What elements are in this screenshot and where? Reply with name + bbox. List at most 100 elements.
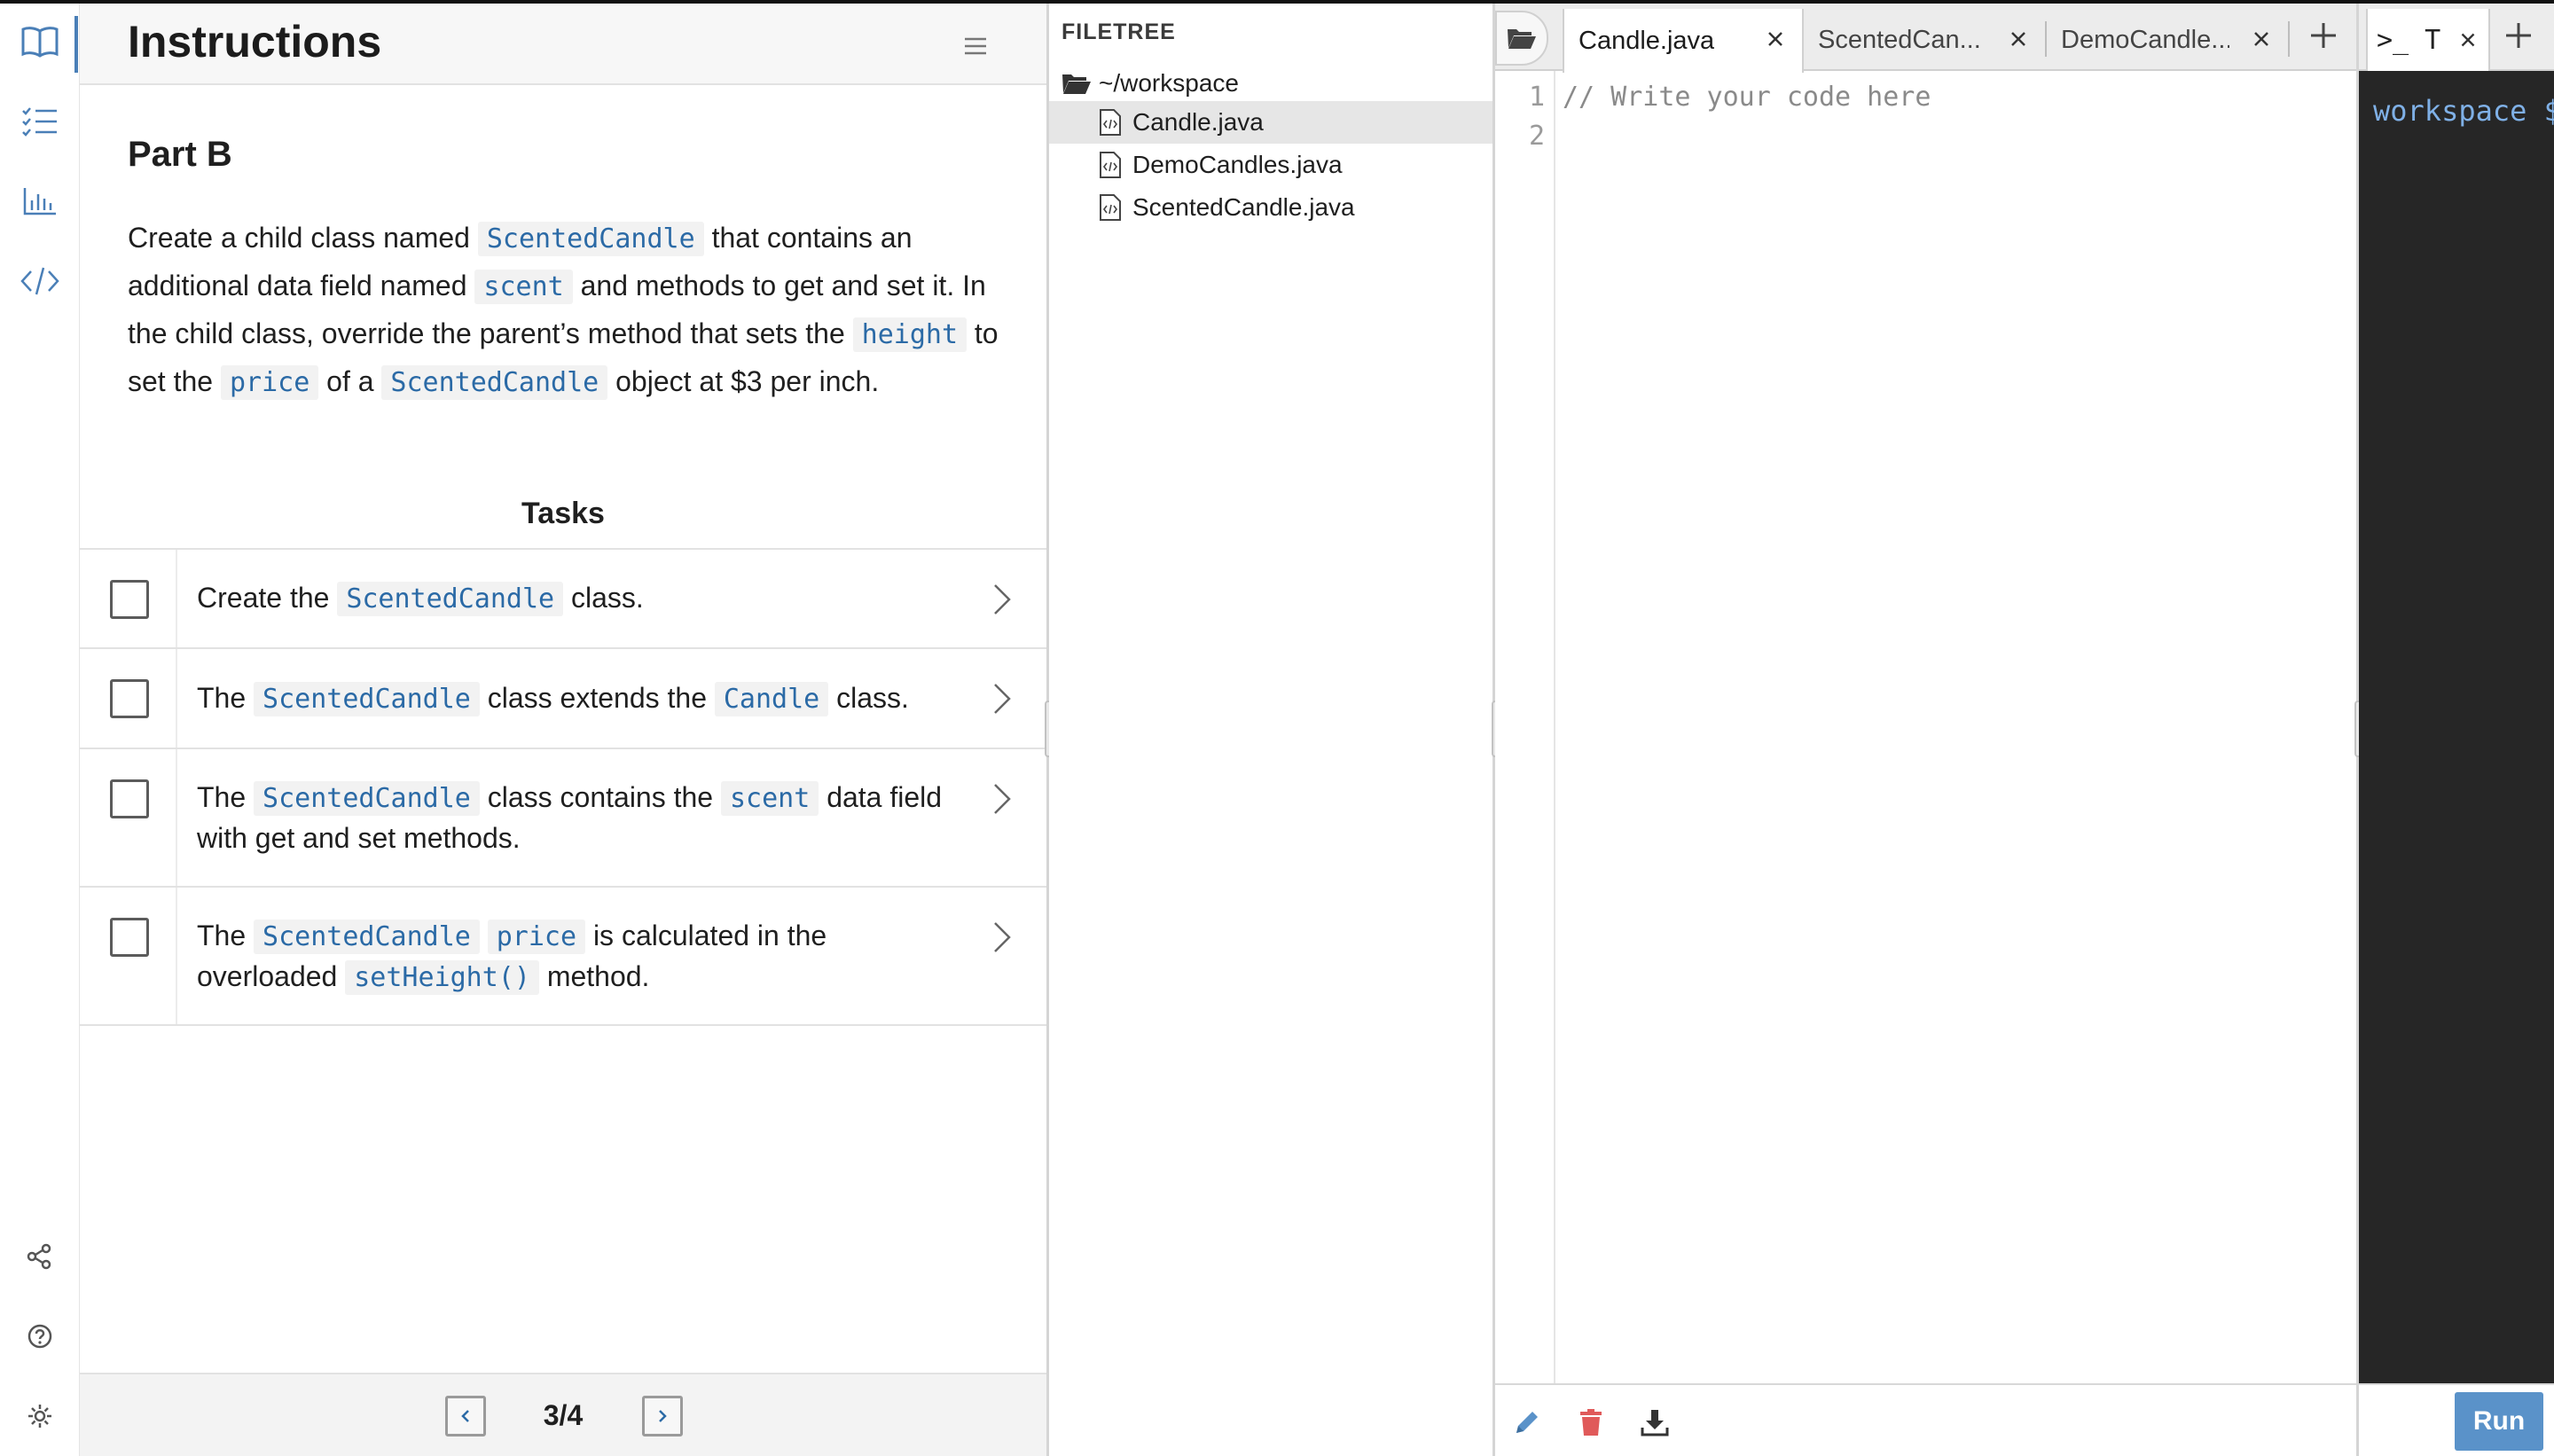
task-code: setHeight() (345, 960, 539, 995)
terminal-tab[interactable]: >_ T (2366, 9, 2490, 71)
task-text: The ScentedCandle class extends the Cand… (197, 678, 960, 719)
para-text: of a (318, 365, 381, 397)
line-number-gutter: 1 2 (1495, 71, 1555, 1387)
download-icon[interactable] (1637, 1405, 1673, 1440)
instructions-header: Instructions (80, 4, 1046, 85)
tasks-title: Tasks (80, 497, 1046, 531)
task-code: price (488, 920, 585, 954)
task-code: Candle (715, 682, 828, 716)
para-code: ScentedCandle (478, 222, 704, 256)
file-name: Candle.java (1132, 108, 1264, 137)
file-item-democandles[interactable]: DemoCandles.java (1049, 144, 1492, 186)
add-terminal-plus-icon[interactable] (2501, 18, 2536, 53)
task-text-part: The (197, 920, 254, 951)
para-text: Create a child class named (128, 222, 478, 254)
java-file-icon (1099, 193, 1122, 222)
task-text: The ScentedCandle price is calculated in… (197, 916, 960, 998)
task-text-part: The (197, 682, 254, 714)
task-divider (176, 749, 177, 886)
task-text-part: class contains the (480, 781, 721, 813)
hamburger-menu-icon[interactable] (958, 28, 993, 64)
file-name: ScentedCandle.java (1132, 193, 1355, 222)
filetree-panel: FILETREE ~/workspace Candle.java DemoCan… (1049, 4, 1495, 1456)
task-text-part: class extends the (480, 682, 715, 714)
chevron-right-icon[interactable] (988, 920, 1015, 955)
tab-democandles-java[interactable]: DemoCandle... (2047, 9, 2288, 71)
settings-icon[interactable] (18, 1394, 62, 1438)
java-file-icon (1099, 151, 1122, 179)
line-number: 2 (1529, 121, 1545, 152)
pagination-bar: 3/4 (80, 1373, 1046, 1456)
file-item-scentedcandle[interactable]: ScentedCandle.java (1049, 186, 1492, 229)
checklist-icon[interactable] (18, 99, 62, 144)
task-item: The ScentedCandle price is calculated in… (80, 888, 1046, 1026)
task-divider (176, 550, 177, 647)
para-code: ScentedCandle (381, 365, 607, 400)
para-code: scent (474, 270, 572, 304)
editor-tabbar: Candle.java ScentedCan... DemoCandle... (1495, 4, 2356, 71)
code-editor-panel: Candle.java ScentedCan... DemoCandle... … (1495, 4, 2359, 1456)
task-text-part: class. (563, 582, 644, 614)
trash-icon[interactable] (1573, 1405, 1609, 1440)
editor-toolbar (1495, 1383, 2356, 1456)
part-title: Part B (128, 135, 232, 175)
code-editor-text-area[interactable]: // Write your code here (1563, 71, 2343, 1387)
task-item: The ScentedCandle class contains the sce… (80, 749, 1046, 888)
folder-open-icon (1062, 72, 1092, 95)
close-icon[interactable] (2006, 27, 2031, 51)
task-code: ScentedCandle (254, 682, 480, 716)
task-item: Create the ScentedCandle class. (80, 550, 1046, 649)
file-item-candle[interactable]: Candle.java (1049, 101, 1492, 144)
para-text: object at $3 per inch. (607, 365, 879, 397)
page-indicator: 3/4 (80, 1399, 1046, 1432)
tab-label: DemoCandle... (2061, 26, 2229, 55)
chart-icon[interactable] (18, 179, 62, 223)
task-divider (176, 888, 177, 1024)
pencil-icon[interactable] (1509, 1405, 1545, 1440)
active-indicator (74, 16, 78, 73)
close-icon[interactable] (2249, 27, 2274, 51)
task-item: The ScentedCandle class extends the Cand… (80, 649, 1046, 749)
help-icon[interactable] (18, 1314, 62, 1358)
para-code: height (853, 317, 967, 352)
tab-separator (2288, 21, 2290, 57)
instructions-paragraph: Create a child class named ScentedCandle… (128, 215, 1023, 406)
task-checkbox[interactable] (110, 918, 149, 957)
java-file-icon (1099, 108, 1122, 137)
next-page-button[interactable] (642, 1396, 683, 1436)
toggle-filetree-button[interactable] (1495, 11, 1548, 66)
chevron-right-icon[interactable] (988, 582, 1015, 617)
instructions-panel: Instructions Part B Create a child class… (80, 4, 1049, 1456)
run-button[interactable]: Run (2455, 1392, 2543, 1451)
tab-scentedcandle-java[interactable]: ScentedCan... (1804, 9, 2045, 71)
task-list: Create the ScentedCandle class. The Scen… (80, 548, 1046, 1026)
terminal-tabbar: >_ T (2359, 4, 2554, 71)
terminal-output[interactable]: workspace $ (2359, 71, 2554, 1387)
task-checkbox[interactable] (110, 580, 149, 619)
task-divider (176, 649, 177, 748)
share-icon[interactable] (18, 1234, 62, 1279)
folder-open-icon (1506, 27, 1538, 50)
chevron-right-icon[interactable] (988, 681, 1015, 716)
workspace-folder-label: ~/workspace (1099, 69, 1239, 98)
tab-label: Candle.java (1579, 27, 1714, 56)
task-code: scent (721, 781, 819, 816)
terminal-panel: >_ T workspace $ Run (2359, 4, 2554, 1456)
task-text-part: Create the (197, 582, 337, 614)
task-code: ScentedCandle (337, 582, 563, 616)
filetree-title: FILETREE (1062, 20, 1176, 45)
close-icon[interactable] (2456, 28, 2480, 51)
task-text-part: The (197, 781, 254, 813)
task-text: The ScentedCandle class contains the sce… (197, 778, 960, 857)
code-icon[interactable] (18, 259, 62, 303)
close-icon[interactable] (1763, 27, 1788, 51)
book-icon[interactable] (18, 20, 62, 64)
add-tab-plus-icon[interactable] (2306, 18, 2341, 53)
para-code: price (221, 365, 318, 400)
tab-candle-java[interactable]: Candle.java (1563, 9, 1804, 73)
task-checkbox[interactable] (110, 779, 149, 818)
workspace-folder[interactable]: ~/workspace (1062, 66, 1239, 101)
chevron-right-icon[interactable] (988, 781, 1015, 817)
task-checkbox[interactable] (110, 679, 149, 718)
task-text: Create the ScentedCandle class. (197, 578, 960, 619)
